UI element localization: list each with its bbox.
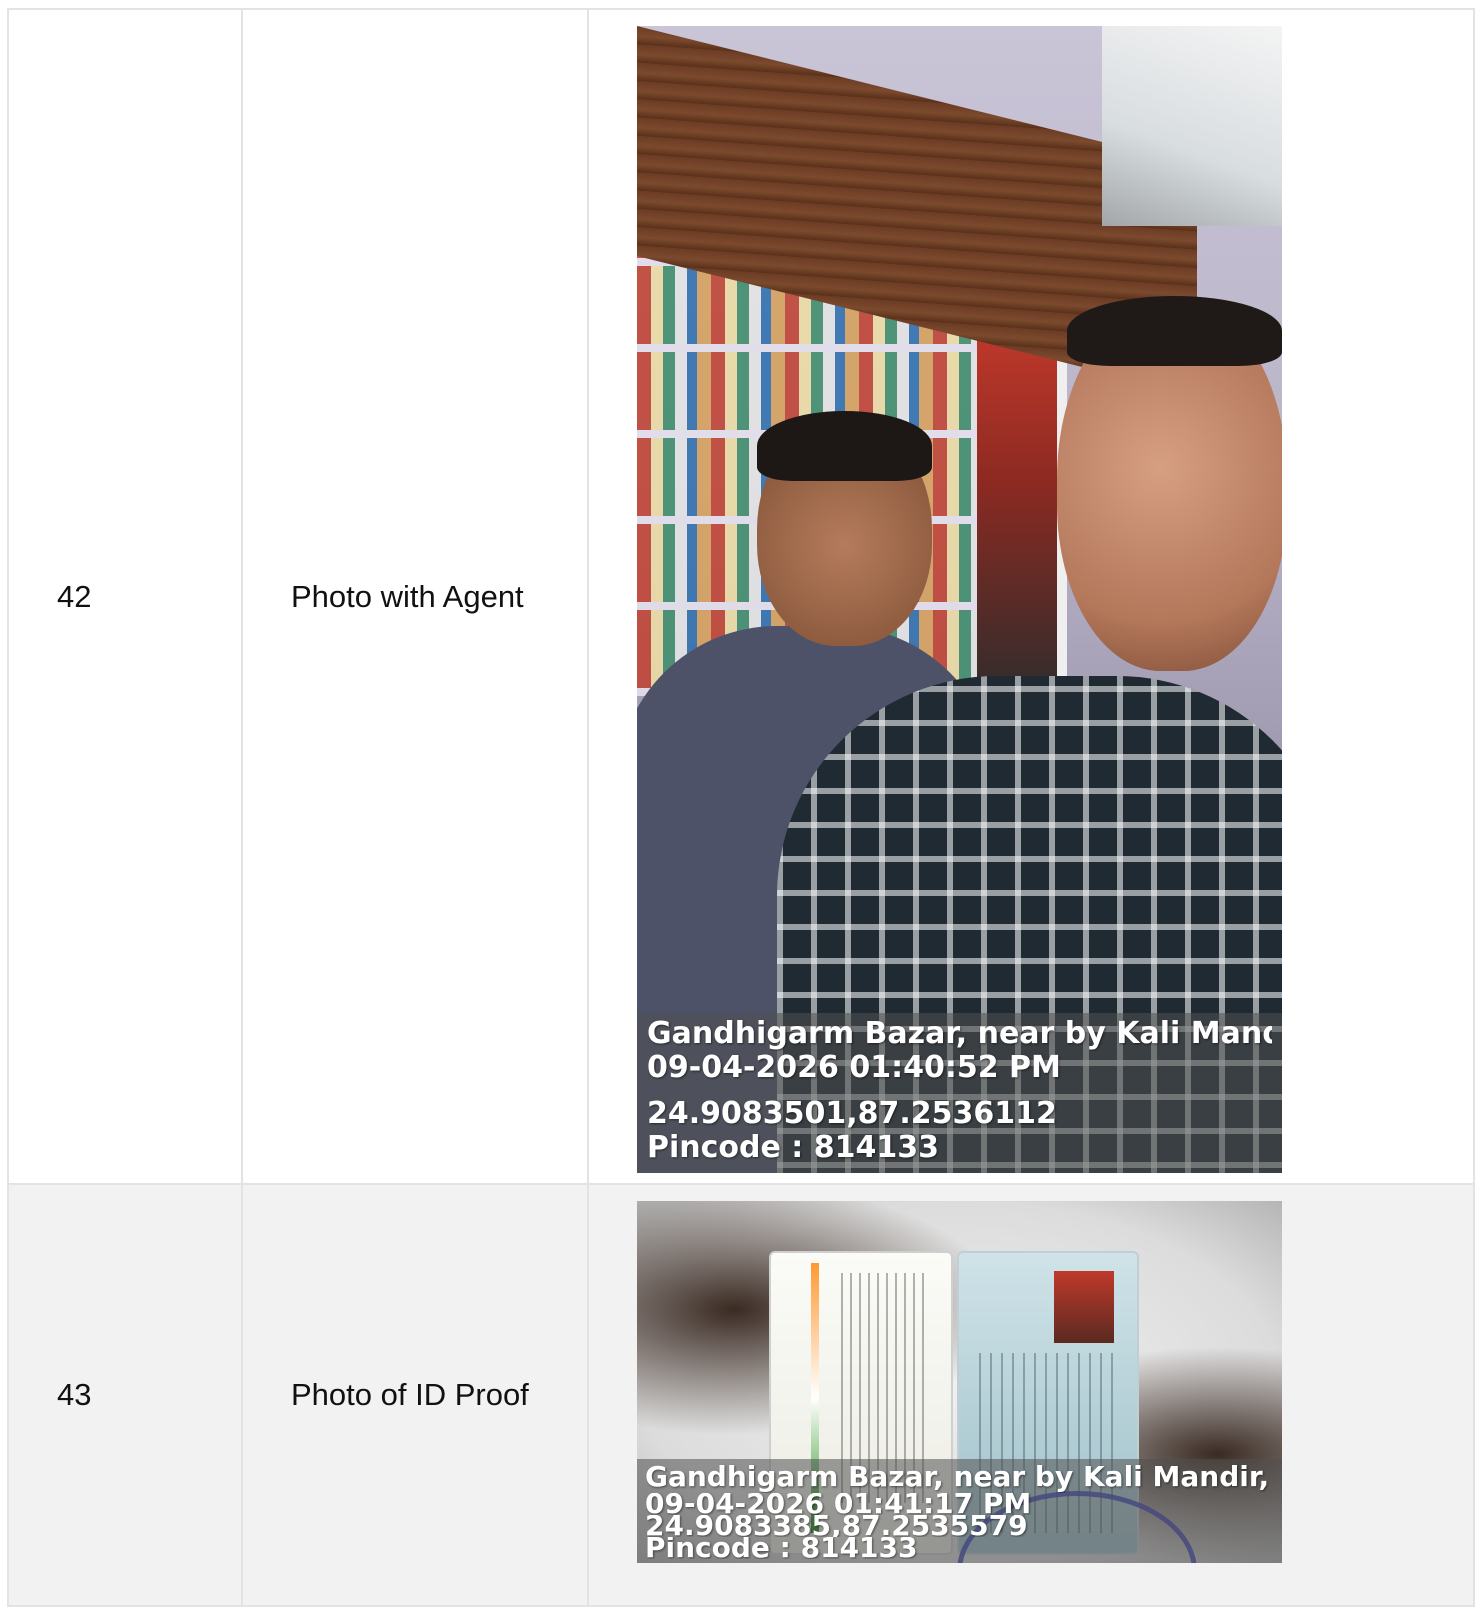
agent-hair bbox=[757, 411, 932, 481]
photo-cell: Gandhigarm Bazar, near by Kali Mandir, .… bbox=[587, 8, 1475, 1185]
table-row: 42 Photo with Agent Gandhigarm Bazar, ne… bbox=[7, 8, 1475, 1185]
wall-poster bbox=[977, 326, 1057, 706]
row-number: 42 bbox=[7, 8, 243, 1185]
row-label: Photo with Agent bbox=[241, 8, 589, 1185]
geo-pincode-text: Pincode : 814133 bbox=[645, 1537, 918, 1559]
id-proof-photo[interactable]: Gandhigarm Bazar, near by Kali Mandir, .… bbox=[637, 1201, 1282, 1563]
visitor-hair bbox=[1067, 296, 1282, 366]
geo-pincode-text: Pincode : 814133 bbox=[647, 1131, 939, 1165]
row-number: 43 bbox=[7, 1183, 243, 1607]
table-row: 43 Photo of ID Proof Gandhigarm Bazar, n… bbox=[7, 1183, 1475, 1607]
photo-cell: Gandhigarm Bazar, near by Kali Mandir, .… bbox=[587, 1183, 1475, 1607]
photo-report-table: 42 Photo with Agent Gandhigarm Bazar, ne… bbox=[7, 8, 1475, 1607]
geo-coordinates-text: 24.9083501,87.2536112 bbox=[647, 1097, 1057, 1131]
geo-datetime-text: 09-04-2026 01:40:52 PM bbox=[647, 1051, 1061, 1085]
geo-datetime-text: 09-04-2026 01:41:17 PM bbox=[645, 1493, 1032, 1515]
geo-stamp-overlay: Gandhigarm Bazar, near by Kali Mandir, .… bbox=[637, 1013, 1282, 1173]
geo-location-text: Gandhigarm Bazar, near by Kali Mandir, .… bbox=[645, 1461, 1274, 1493]
geo-location-text: Gandhigarm Bazar, near by Kali Mandir, .… bbox=[647, 1017, 1272, 1051]
row-label: Photo of ID Proof bbox=[241, 1183, 589, 1607]
geo-coordinates-text: 24.9083385,87.2535579 bbox=[645, 1515, 1028, 1537]
roof-sheet bbox=[1102, 26, 1282, 226]
agent-selfie-photo[interactable]: Gandhigarm Bazar, near by Kali Mandir, .… bbox=[637, 26, 1282, 1173]
geo-stamp-overlay: Gandhigarm Bazar, near by Kali Mandir, .… bbox=[637, 1459, 1282, 1563]
